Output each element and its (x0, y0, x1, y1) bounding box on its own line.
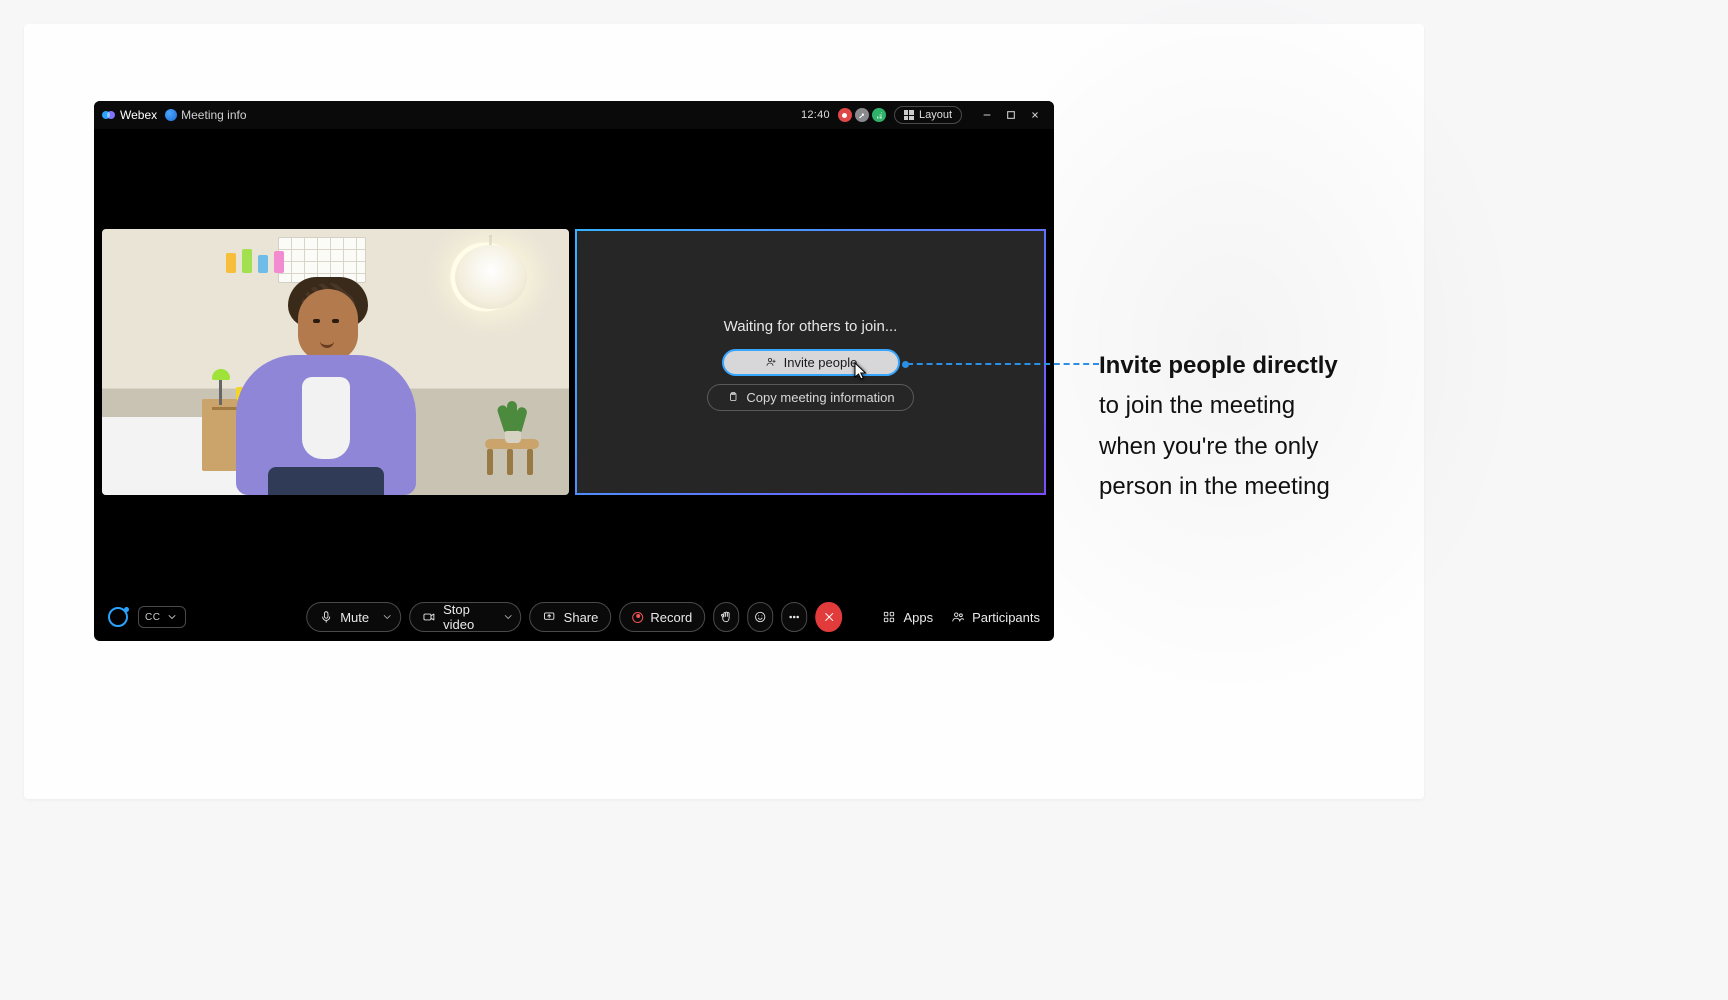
webex-assistant-button[interactable] (108, 607, 128, 627)
layout-grid-icon (904, 110, 914, 120)
more-options-button[interactable] (782, 602, 808, 632)
annotation-line-4: person in the meeting (1099, 473, 1330, 500)
share-label: Share (564, 610, 599, 625)
titlebar: Webex Meeting info 12:40 (94, 101, 1054, 129)
cc-label: CC (145, 612, 160, 623)
participants-label: Participants (972, 610, 1040, 625)
chevron-down-icon (165, 610, 179, 624)
apps-button[interactable]: Apps (882, 610, 933, 625)
self-video-placeholder (102, 229, 569, 495)
annotation-line-2: to join the meeting (1099, 392, 1295, 419)
invite-people-label: Invite people (784, 355, 858, 370)
mute-button[interactable]: Mute (306, 602, 401, 632)
closed-captions-button[interactable]: CC (138, 606, 186, 628)
meeting-info-button[interactable]: Meeting info (165, 108, 246, 122)
record-button[interactable]: Record (619, 602, 705, 632)
window-minimize-button[interactable] (976, 106, 998, 124)
annotation-connector-line (907, 363, 1099, 365)
copy-meeting-info-label: Copy meeting information (746, 390, 894, 405)
participants-icon (951, 610, 965, 624)
chevron-down-icon[interactable] (503, 610, 515, 624)
close-icon (822, 610, 836, 624)
layout-label: Layout (919, 109, 952, 121)
invite-person-icon (764, 355, 778, 369)
invite-people-button[interactable]: Invite people (722, 349, 900, 376)
window-maximize-button[interactable] (1000, 106, 1022, 124)
stop-video-button[interactable]: Stop video (409, 602, 522, 632)
apps-label: Apps (903, 610, 933, 625)
doc-canvas: Webex Meeting info 12:40 (24, 24, 1424, 799)
share-button[interactable]: Share (530, 602, 612, 632)
camera-icon (422, 610, 436, 624)
record-icon (632, 612, 643, 623)
encryption-status-icon[interactable] (855, 108, 869, 122)
stop-video-label: Stop video (443, 602, 492, 632)
leave-meeting-button[interactable] (816, 602, 842, 632)
webex-logo: Webex (102, 108, 157, 122)
recording-status-icon[interactable] (838, 108, 852, 122)
raise-hand-button[interactable] (713, 602, 739, 632)
smiley-icon (753, 610, 767, 624)
app-name: Webex (120, 108, 157, 122)
reactions-button[interactable] (747, 602, 773, 632)
microphone-icon (319, 610, 333, 624)
participants-button[interactable]: Participants (951, 610, 1040, 625)
annotation-line-3: when you're the only (1099, 433, 1318, 460)
mute-label: Mute (340, 610, 369, 625)
more-horizontal-icon (788, 610, 802, 624)
waiting-status-text: Waiting for others to join... (724, 318, 898, 335)
waiting-tile: Waiting for others to join... Invite peo… (575, 229, 1046, 495)
self-video-tile[interactable] (102, 229, 569, 495)
network-status-icon[interactable] (872, 108, 886, 122)
chevron-down-icon[interactable] (380, 610, 394, 624)
meeting-clock: 12:40 (801, 109, 830, 121)
webex-meeting-window: Webex Meeting info 12:40 (94, 101, 1054, 641)
layout-button[interactable]: Layout (894, 106, 962, 124)
meeting-info-label: Meeting info (181, 108, 246, 122)
meeting-controls-bar: CC Mute Stop video Share (94, 593, 1054, 641)
status-pills (838, 108, 886, 122)
info-icon (165, 109, 177, 121)
raise-hand-icon (719, 610, 733, 624)
window-close-button[interactable] (1024, 106, 1046, 124)
annotation-callout: Invite people directly to join the meeti… (1099, 346, 1389, 507)
annotation-bold: Invite people directly (1099, 352, 1338, 379)
record-label: Record (650, 610, 692, 625)
copy-meeting-info-button[interactable]: Copy meeting information (707, 384, 913, 411)
webex-logo-icon (102, 108, 116, 122)
share-screen-icon (543, 610, 557, 624)
clipboard-icon (726, 390, 740, 404)
apps-grid-icon (882, 610, 896, 624)
